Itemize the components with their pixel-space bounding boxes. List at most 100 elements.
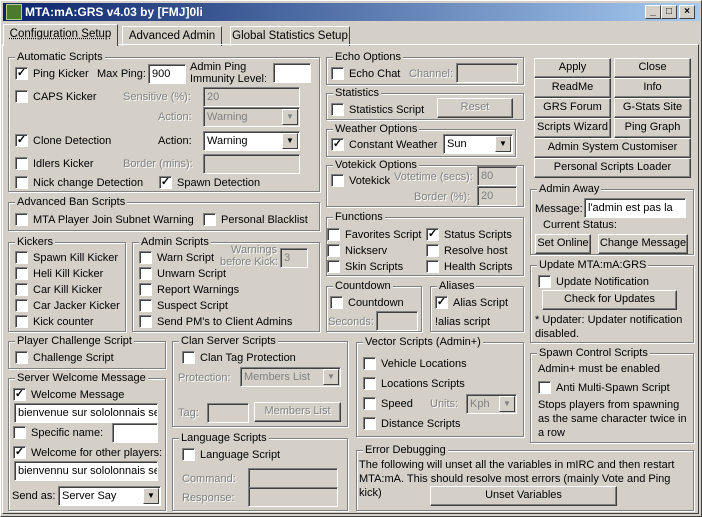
info-button[interactable]: Info: [614, 78, 691, 98]
car-jacker-kicker-checkbox[interactable]: [15, 299, 28, 312]
language-script-checkbox[interactable]: [182, 448, 195, 461]
clone-detection-checkbox[interactable]: ✓: [15, 134, 28, 147]
kick-counter-checkbox[interactable]: [15, 315, 28, 328]
app-icon: [6, 4, 22, 20]
health-scripts-checkbox[interactable]: [426, 260, 439, 273]
personal-blacklist-checkbox[interactable]: [203, 213, 216, 226]
sensitive-input[interactable]: 20: [203, 87, 300, 107]
tab-global-statistics[interactable]: Global Statistics Setup: [230, 26, 350, 46]
command-input[interactable]: [248, 468, 338, 488]
welcome-message-input[interactable]: bienvenue sur sololonnais se: [14, 403, 158, 423]
locations-scripts-checkbox[interactable]: [363, 377, 376, 390]
skin-scripts-label: Skin Scripts: [345, 261, 404, 273]
change-message-button[interactable]: Change Message: [598, 234, 688, 254]
heli-kill-kicker-checkbox[interactable]: [15, 267, 28, 280]
language-script-label: Language Script: [200, 449, 281, 461]
channel-input[interactable]: [456, 63, 518, 83]
ping-kicker-label: Ping Kicker: [33, 68, 89, 80]
border-mins-input[interactable]: [203, 154, 300, 174]
welcome-other-input[interactable]: bienvennu sur sololonnais se: [14, 461, 158, 481]
spawn-detection-checkbox[interactable]: ✓: [159, 176, 172, 189]
specific-name-label: Specific name:: [31, 427, 104, 439]
title-bar[interactable]: MTA:mA:GRS v4.03 by [FMJ]0li _ □ ×: [3, 3, 700, 21]
clan-tag-checkbox[interactable]: [182, 351, 195, 364]
admin-customiser-button[interactable]: Admin System Customiser: [534, 138, 691, 158]
warnings-input[interactable]: 3: [280, 248, 308, 268]
resolve-host-checkbox[interactable]: [426, 244, 439, 257]
protection-dropdown[interactable]: Members List ▼: [240, 367, 341, 387]
ping-graph-button[interactable]: Ping Graph: [614, 118, 691, 138]
report-warnings-checkbox[interactable]: [139, 283, 152, 296]
skin-scripts-checkbox[interactable]: [327, 260, 340, 273]
countdown-checkbox[interactable]: [330, 296, 343, 309]
spawn-kill-kicker-checkbox[interactable]: [15, 251, 28, 264]
units-dropdown[interactable]: Kph ▼: [466, 394, 517, 414]
members-list-button[interactable]: Members List: [254, 402, 341, 422]
countdown-label: Countdown: [348, 297, 404, 309]
weather-dropdown[interactable]: Sun ▼: [443, 134, 513, 154]
challenge-script-checkbox[interactable]: [15, 351, 28, 364]
warn-script-checkbox[interactable]: [139, 251, 152, 264]
welcome-message-checkbox[interactable]: ✓: [13, 388, 26, 401]
update-notification-label: Update Notification: [556, 276, 649, 288]
minimize-button[interactable]: _: [645, 5, 661, 19]
immunity-level-input[interactable]: [273, 63, 311, 83]
suspect-script-checkbox[interactable]: [139, 299, 152, 312]
subnet-warning-checkbox[interactable]: [15, 213, 28, 226]
unwarn-script-checkbox[interactable]: [139, 267, 152, 280]
tag-input[interactable]: [207, 403, 249, 423]
idlers-kicker-checkbox[interactable]: [15, 157, 28, 170]
ping-kicker-checkbox[interactable]: ✓: [15, 67, 28, 80]
gstats-site-button[interactable]: G-Stats Site: [614, 98, 691, 118]
alias-script-checkbox[interactable]: ✓: [435, 296, 448, 309]
update-notification-checkbox[interactable]: [538, 275, 551, 288]
scripts-wizard-button[interactable]: Scripts Wizard: [534, 118, 611, 138]
tab-configuration-setup[interactable]: Configuration Setup: [3, 24, 118, 46]
anti-multispawn-checkbox[interactable]: [538, 381, 551, 394]
nick-change-checkbox[interactable]: [15, 176, 28, 189]
kick-counter-label: Kick counter: [33, 316, 94, 328]
apply-button[interactable]: Apply: [534, 58, 611, 78]
maximize-button[interactable]: □: [661, 5, 677, 19]
clone-action-dropdown[interactable]: Warning ▼: [203, 131, 300, 151]
votekick-checkbox[interactable]: [331, 174, 344, 187]
distance-scripts-checkbox[interactable]: [363, 417, 376, 430]
close-button[interactable]: Close: [614, 58, 691, 78]
scripts-loader-button[interactable]: Personal Scripts Loader: [534, 158, 691, 178]
spawn-description: Stops players from spawning as the same …: [538, 399, 687, 439]
specific-name-input[interactable]: [112, 423, 158, 443]
car-kill-kicker-checkbox[interactable]: [15, 283, 28, 296]
nickserv-checkbox[interactable]: [327, 244, 340, 257]
group-title: Spawn Control Scripts: [537, 346, 650, 360]
votekick-border-input[interactable]: 20: [477, 186, 517, 206]
echo-chat-checkbox[interactable]: [331, 67, 344, 80]
constant-weather-checkbox[interactable]: ✓: [331, 138, 344, 151]
grs-forum-button[interactable]: GRS Forum: [534, 98, 611, 118]
set-online-button[interactable]: Set Online: [535, 234, 591, 254]
speed-checkbox[interactable]: [363, 397, 376, 410]
status-scripts-checkbox[interactable]: ✓: [426, 228, 439, 241]
constant-weather-label: Constant Weather: [349, 139, 438, 151]
caps-kicker-checkbox[interactable]: [15, 90, 28, 103]
readme-button[interactable]: ReadMe: [534, 78, 611, 98]
statistics-script-checkbox[interactable]: [331, 103, 344, 116]
send-as-dropdown[interactable]: Server Say ▼: [58, 486, 161, 506]
send-pm-checkbox[interactable]: [139, 315, 152, 328]
reset-button[interactable]: Reset: [437, 98, 513, 118]
max-ping-input[interactable]: 900: [148, 64, 186, 84]
response-input[interactable]: [248, 487, 338, 507]
away-message-input[interactable]: l'admin est pas la: [584, 198, 686, 218]
votetime-input[interactable]: 80: [477, 166, 517, 186]
tab-advanced-admin[interactable]: Advanced Admin: [122, 26, 222, 46]
unset-variables-button[interactable]: Unset Variables: [430, 486, 617, 506]
group-title: Aliases: [437, 279, 477, 293]
specific-name-checkbox[interactable]: [13, 426, 26, 439]
votekick-border-label: Border (%):: [414, 191, 471, 203]
check-updates-button[interactable]: Check for Updates: [542, 290, 677, 310]
favorites-script-checkbox[interactable]: [327, 228, 340, 241]
seconds-input[interactable]: [376, 311, 418, 331]
vehicle-locations-checkbox[interactable]: [363, 357, 376, 370]
close-window-button[interactable]: ×: [679, 5, 695, 19]
caps-action-dropdown[interactable]: Warning ▼: [203, 107, 300, 127]
welcome-other-checkbox[interactable]: ✓: [13, 446, 26, 459]
